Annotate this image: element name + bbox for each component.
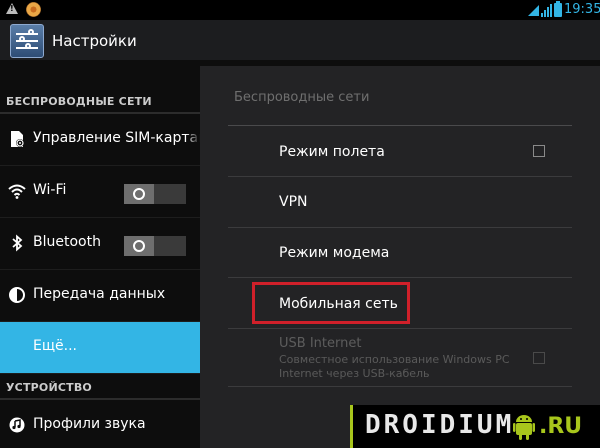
sim-card-icon <box>11 131 24 147</box>
sound-profile-icon <box>9 417 25 433</box>
bluetooth-icon <box>12 234 23 252</box>
section-header-device: УСТРОЙСТВО <box>0 372 200 400</box>
bluetooth-toggle[interactable] <box>124 236 186 256</box>
status-time: 19:35 <box>564 2 600 17</box>
battery-icon <box>554 1 562 17</box>
sidebar-item-data-usage[interactable]: Передача данных <box>0 270 200 322</box>
usb-internet-checkbox <box>533 352 545 364</box>
app-notification-icon <box>26 2 41 17</box>
row-label: VPN <box>279 194 308 210</box>
sidebar-item-wifi[interactable]: Wi-Fi <box>0 166 200 218</box>
row-label: USB Internet <box>279 336 362 351</box>
wifi-icon <box>8 184 26 199</box>
row-subtitle: Internet через USB-кабель <box>279 367 430 380</box>
toggle-off-icon <box>133 240 145 252</box>
android-robot-icon <box>513 415 535 440</box>
panel-title: Беспроводные сети <box>234 90 370 105</box>
watermark-suffix: .RU <box>539 414 583 439</box>
sidebar-item-sound-profiles[interactable]: Профили звука <box>0 400 200 448</box>
sidebar-item-label: Wi-Fi <box>33 182 67 198</box>
highlight-box <box>252 282 410 324</box>
divider <box>228 386 572 387</box>
wifi-signal-icon <box>528 5 539 16</box>
sidebar-item-label: Передача данных <box>33 286 166 302</box>
airplane-mode-checkbox[interactable] <box>533 145 545 157</box>
page-title: Настройки <box>52 32 137 50</box>
toggle-off-icon <box>133 188 145 200</box>
sidebar-item-label: Ещё... <box>33 338 77 354</box>
cell-signal-icon <box>541 4 552 17</box>
row-label: Режим модема <box>279 245 390 261</box>
action-bar: Настройки <box>0 20 600 62</box>
divider <box>228 176 572 177</box>
wifi-toggle[interactable] <box>124 184 186 204</box>
divider <box>228 277 572 278</box>
divider <box>228 227 572 228</box>
divider <box>228 328 572 329</box>
sidebar-item-bluetooth[interactable]: Bluetooth <box>0 218 200 270</box>
settings-sidebar: БЕСПРОВОДНЫЕ СЕТИ Управление SIM-картам … <box>0 62 209 448</box>
wireless-settings-panel: Беспроводные сети Режим полета VPN Режим… <box>200 66 600 448</box>
row-subtitle: Совместное использование Windows PC <box>279 353 510 366</box>
watermark-text: DROIDIUM <box>365 410 515 440</box>
section-header-wireless: БЕСПРОВОДНЫЕ СЕТИ <box>0 86 200 114</box>
sidebar-item-label: Управление SIM-картам <box>33 130 209 146</box>
watermark: DROIDIUM .RU <box>350 405 600 448</box>
divider <box>228 125 572 126</box>
sidebar-item-label: Bluetooth <box>33 234 101 250</box>
settings-sliders-icon[interactable] <box>10 24 44 58</box>
warning-icon <box>6 3 18 14</box>
sidebar-item-label: Профили звука <box>33 416 146 432</box>
sidebar-item-more[interactable]: Ещё... <box>0 322 200 374</box>
data-usage-icon <box>9 287 25 303</box>
row-label: Режим полета <box>279 144 385 160</box>
sidebar-item-sim-cards[interactable]: Управление SIM-картам <box>0 114 209 166</box>
status-bar: 19:35 <box>0 0 600 20</box>
